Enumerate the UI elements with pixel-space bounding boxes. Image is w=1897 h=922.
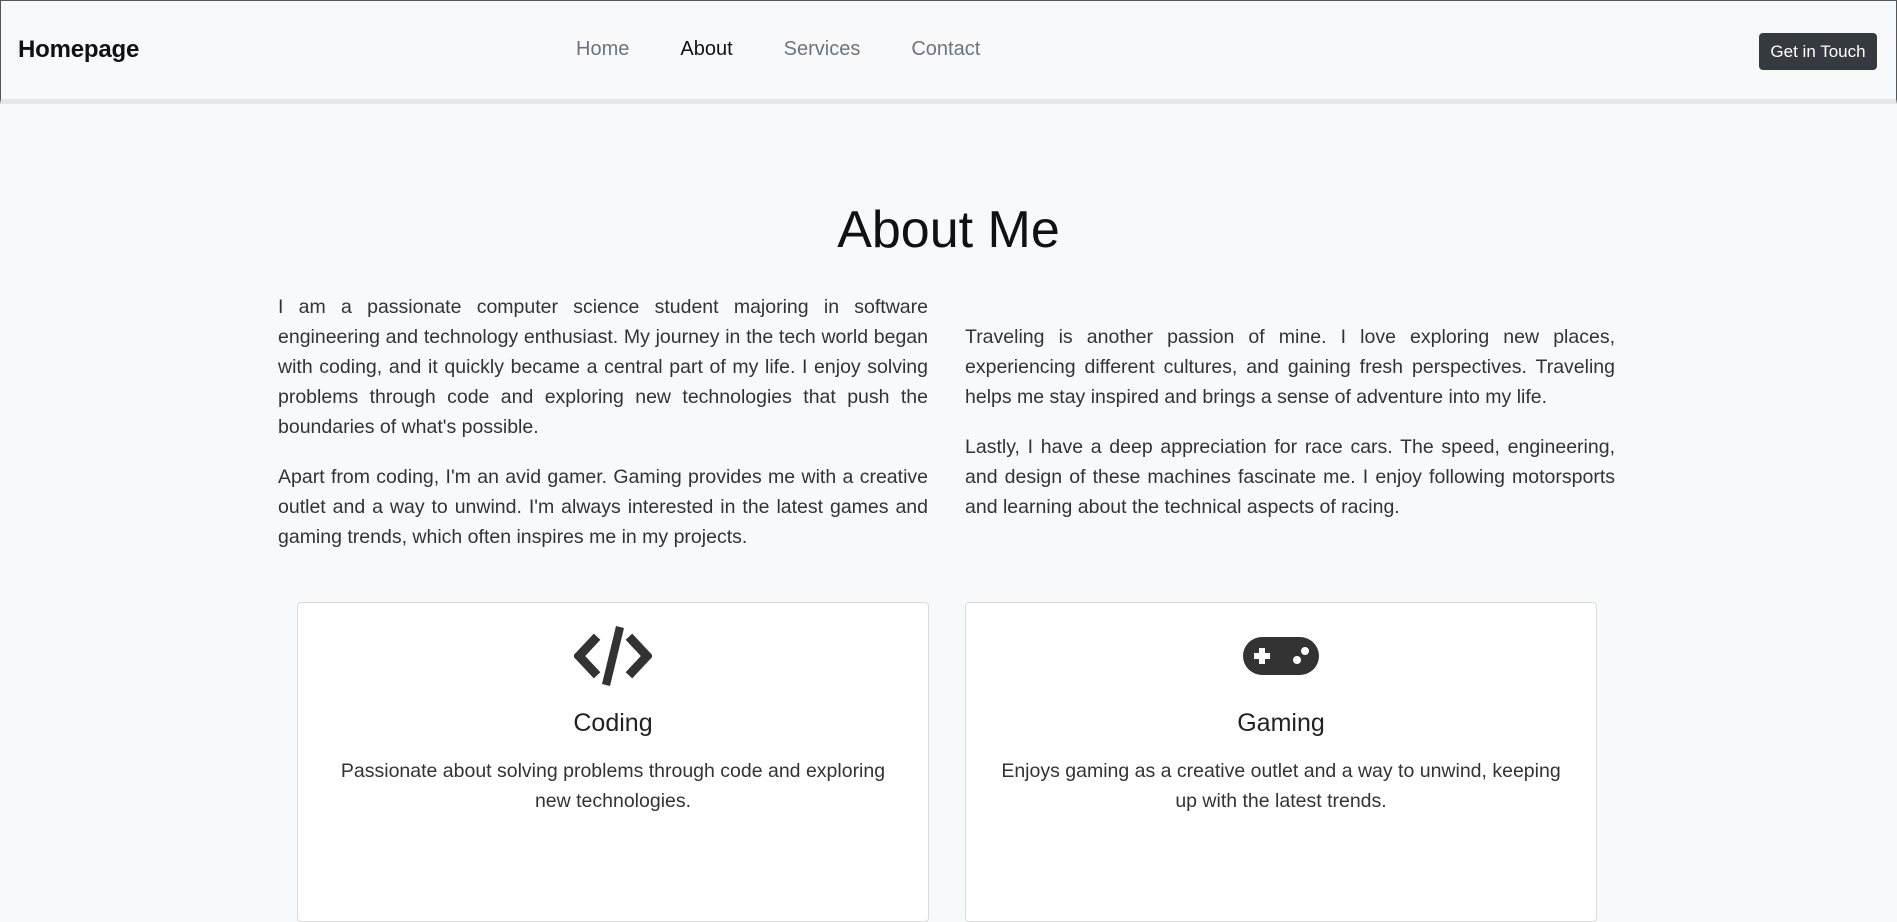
card-coding: Coding Passionate about solving problems…	[297, 602, 929, 922]
about-left-column: I am a passionate computer science stude…	[278, 292, 928, 572]
card-text: Passionate about solving problems throug…	[340, 760, 886, 812]
code-icon	[298, 625, 928, 687]
nav-link-about[interactable]: About	[680, 38, 732, 61]
about-paragraph-gaming: Apart from coding, I'm an avid gamer. Ga…	[278, 466, 928, 548]
nav-link-services[interactable]: Services	[784, 38, 861, 61]
about-right-column: Traveling is another passion of mine. I …	[965, 322, 1615, 542]
brand-logo[interactable]: Homepage	[18, 36, 139, 64]
get-in-touch-button[interactable]: Get in Touch	[1759, 33, 1877, 70]
page-title: About Me	[837, 201, 1060, 259]
gamepad-icon	[966, 625, 1596, 687]
card-title: Gaming	[1237, 709, 1325, 737]
nav-link-home[interactable]: Home	[576, 38, 629, 61]
nav-links: Home About Services Contact	[576, 38, 1031, 61]
navbar: Homepage Home About Services Contact Get…	[0, 0, 1897, 104]
card-text: Enjoys gaming as a creative outlet and a…	[1001, 760, 1561, 812]
about-paragraph-coding: I am a passionate computer science stude…	[278, 296, 928, 438]
nav-link-contact[interactable]: Contact	[911, 38, 980, 61]
card-title: Coding	[573, 709, 653, 737]
about-paragraph-race-cars: Lastly, I have a deep appreciation for r…	[965, 436, 1615, 518]
card-gaming: Gaming Enjoys gaming as a creative outle…	[965, 602, 1597, 922]
about-paragraph-traveling: Traveling is another passion of mine. I …	[965, 326, 1615, 408]
